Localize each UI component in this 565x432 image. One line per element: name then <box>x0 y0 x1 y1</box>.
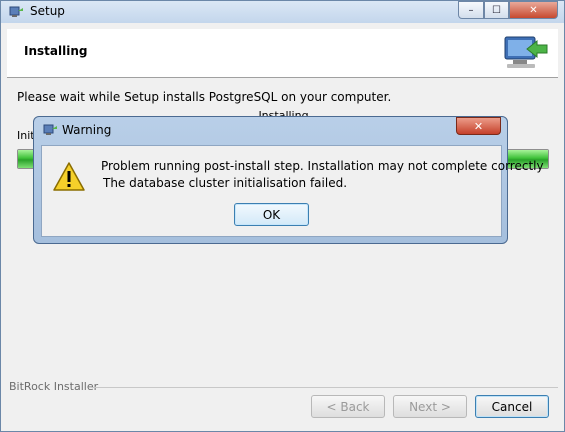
dialog-close-button[interactable]: ✕ <box>456 117 501 135</box>
maximize-button[interactable]: ☐ <box>484 1 509 19</box>
cancel-button[interactable]: Cancel <box>475 395 549 418</box>
wizard-header: Installing <box>7 29 558 78</box>
ok-button[interactable]: OK <box>234 203 309 226</box>
next-button[interactable]: Next > <box>393 395 467 418</box>
dialog-message-line2: The database cluster initialisation fail… <box>103 176 348 190</box>
warning-icon <box>53 162 85 191</box>
installer-brand: BitRock Installer <box>9 380 99 393</box>
header-title: Installing <box>24 44 88 58</box>
dialog-title: Warning <box>62 123 112 137</box>
dialog-body: Problem running post-install step. Insta… <box>41 145 544 237</box>
title-bar[interactable]: Setup – ☐ ✕ <box>1 1 564 23</box>
footer-divider <box>91 387 558 388</box>
window-title: Setup <box>30 4 65 18</box>
bitrock-setup-icon <box>9 6 23 17</box>
warning-dialog: Warning ✕ Problem running post-install s… <box>33 116 544 244</box>
install-message: Please wait while Setup installs Postgre… <box>17 90 392 104</box>
minimize-button[interactable]: – <box>458 1 484 19</box>
bitrock-setup-icon <box>43 124 57 135</box>
install-computer-arrow-icon <box>504 36 548 68</box>
dialog-message-line1: Problem running post-install step. Insta… <box>101 159 544 173</box>
close-button[interactable]: ✕ <box>509 1 558 19</box>
back-button[interactable]: < Back <box>311 395 385 418</box>
